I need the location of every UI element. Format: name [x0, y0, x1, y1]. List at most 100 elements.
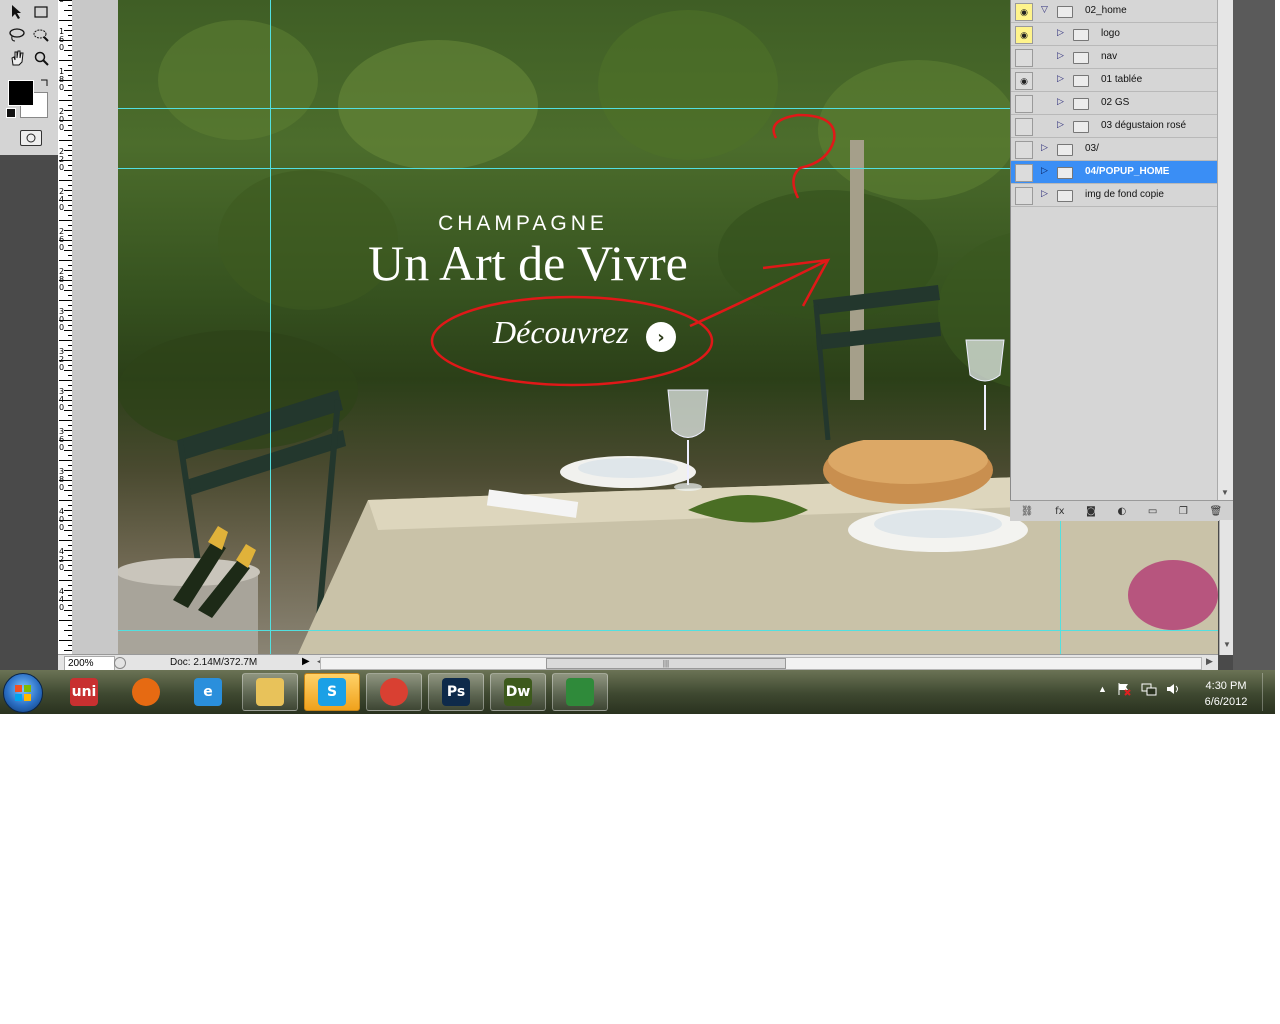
fx-icon[interactable]: fx — [1055, 506, 1064, 517]
guide-horizontal[interactable] — [118, 630, 1218, 631]
hand-tool-icon[interactable] — [6, 48, 28, 68]
adjustment-icon[interactable]: ◐ — [1117, 506, 1126, 517]
visibility-eye-icon[interactable]: ◉ — [1015, 72, 1033, 90]
taskbar-dreamweaver[interactable]: Dw — [490, 673, 546, 711]
scrollbar-thumb[interactable]: ||| — [546, 658, 786, 669]
layer-row[interactable]: ◉ ▽ 02_home — [1011, 0, 1217, 23]
swap-colors-icon[interactable] — [40, 78, 48, 86]
taskbar-internet-explorer[interactable]: e — [180, 673, 236, 711]
expand-triangle-right-icon[interactable]: ▷ — [1057, 97, 1064, 107]
layer-row[interactable]: ▷ nav — [1011, 46, 1217, 69]
taskbar-skype[interactable]: S — [304, 673, 360, 711]
ruler-tick — [59, 100, 72, 101]
show-desktop-button[interactable] — [1262, 673, 1275, 711]
visibility-toggle[interactable] — [1015, 95, 1033, 113]
ruler-label: 2 2 0 — [59, 147, 65, 172]
visibility-toggle[interactable] — [1015, 118, 1033, 136]
status-menu-arrow-icon[interactable]: ▶ — [302, 656, 310, 667]
quick-mask-icon[interactable] — [20, 130, 42, 146]
zoom-tool-icon[interactable] — [30, 48, 52, 68]
action-center-icon[interactable] — [1117, 682, 1131, 696]
ruler-tick — [64, 10, 72, 11]
quick-selection-tool-icon[interactable] — [30, 25, 52, 45]
ruler-tick — [64, 630, 72, 631]
workspace-edge — [1233, 0, 1275, 670]
ruler-label: 2 0 0 — [59, 107, 65, 132]
scroll-down-icon[interactable]: ▼ — [1221, 488, 1229, 497]
lasso-tool-icon[interactable] — [6, 25, 28, 45]
visibility-toggle[interactable] — [1015, 164, 1033, 182]
ruler-tick — [64, 310, 72, 311]
status-info-icon[interactable] — [114, 657, 126, 669]
document-info: Doc: 2.14M/372.7M — [170, 657, 258, 668]
expand-triangle-right-icon[interactable]: ▷ — [1057, 51, 1064, 61]
visibility-toggle[interactable] — [1015, 49, 1033, 67]
expand-triangle-right-icon[interactable]: ▷ — [1057, 120, 1064, 130]
ruler-tick — [64, 650, 72, 651]
layer-row[interactable]: ▷ 03 dégustaion rosé — [1011, 115, 1217, 138]
visibility-eye-icon[interactable]: ◉ — [1015, 26, 1033, 44]
foreground-color-swatch[interactable] — [8, 80, 34, 106]
trash-icon[interactable]: 🗑 — [1209, 506, 1222, 517]
windows-explorer-icon — [256, 678, 284, 706]
ruler-label: 2 8 0 — [59, 267, 65, 292]
ruler-tick — [59, 540, 72, 541]
status-bar: 200% Doc: 2.14M/372.7M ▶ ◀ ||| ▶ — [58, 654, 1218, 670]
ruler-tick — [59, 580, 72, 581]
clock[interactable]: 4:30 PM 6/6/2012 — [1196, 678, 1256, 710]
scroll-down-icon[interactable]: ▼ — [1223, 640, 1231, 649]
start-button[interactable] — [3, 673, 43, 713]
layer-row[interactable]: ◉ ▷ 01 tablée — [1011, 69, 1217, 92]
volume-icon[interactable] — [1165, 682, 1181, 696]
default-colors-icon[interactable] — [6, 108, 16, 118]
taskbar-chrome[interactable] — [366, 673, 422, 711]
skype-icon: S — [318, 678, 346, 706]
ruler-tick — [64, 450, 72, 451]
wine-glass-2 — [965, 339, 1005, 430]
canvas-horizontal-scrollbar[interactable]: ||| — [320, 657, 1202, 670]
visibility-toggle[interactable] — [1015, 141, 1033, 159]
canvas-vertical-scrollbar[interactable]: ▼ — [1219, 520, 1234, 655]
taskbar-firefox[interactable] — [118, 673, 174, 711]
ruler-tick — [64, 550, 72, 551]
expand-triangle-right-icon[interactable]: ▷ — [1041, 143, 1048, 153]
ruler-label: 1 6 0 — [59, 27, 65, 52]
visibility-toggle[interactable] — [1015, 187, 1033, 205]
layer-name: nav — [1101, 51, 1118, 62]
ruler-tick — [64, 190, 72, 191]
scroll-right-icon[interactable]: ▶ — [1206, 656, 1213, 667]
expand-triangle-right-icon[interactable]: ▷ — [1041, 189, 1048, 199]
group-icon[interactable]: ▭ — [1148, 506, 1157, 517]
guide-vertical[interactable] — [270, 0, 271, 654]
expand-triangle-down-icon[interactable]: ▽ — [1041, 5, 1048, 15]
ruler-tick — [59, 340, 72, 341]
mask-icon[interactable]: ◙ — [1086, 506, 1096, 517]
layers-scrollbar[interactable]: ▼ — [1217, 0, 1234, 500]
expand-triangle-right-icon[interactable]: ▷ — [1057, 28, 1064, 38]
layer-row[interactable]: ▷ 04/POPUP_HOME — [1011, 161, 1217, 184]
layer-row[interactable]: ▷ img de fond copie — [1011, 184, 1217, 207]
taskbar-unikey[interactable]: uni — [56, 673, 112, 711]
ruler-tick — [64, 350, 72, 351]
ruler-tick — [59, 380, 72, 381]
layer-name: 03/ — [1085, 143, 1099, 154]
ruler-label: 2 6 0 — [59, 227, 65, 252]
taskbar-photoshop[interactable]: Ps — [428, 673, 484, 711]
new-layer-icon[interactable]: ❐ — [1179, 506, 1188, 517]
move-tool-icon[interactable] — [6, 2, 28, 22]
windows-taskbar: ▲ 4:30 PM 6/6/2012 uni e S Ps Dw — [0, 670, 1275, 714]
network-icon[interactable] — [1141, 682, 1157, 696]
show-hidden-icons[interactable]: ▲ — [1098, 684, 1107, 694]
expand-triangle-right-icon[interactable]: ▷ — [1057, 74, 1064, 84]
zoom-level-field[interactable]: 200% — [64, 656, 115, 670]
taskbar-libreoffice-calc[interactable] — [552, 673, 608, 711]
ruler-tick — [59, 620, 72, 621]
layer-row[interactable]: ◉ ▷ logo — [1011, 23, 1217, 46]
visibility-eye-icon[interactable]: ◉ — [1015, 3, 1033, 21]
expand-triangle-right-icon[interactable]: ▷ — [1041, 166, 1048, 176]
marquee-tool-icon[interactable] — [30, 2, 52, 22]
link-icon[interactable]: ⛓ — [1021, 506, 1034, 517]
taskbar-windows-explorer[interactable] — [242, 673, 298, 711]
layer-row[interactable]: ▷ 03/ — [1011, 138, 1217, 161]
layer-row[interactable]: ▷ 02 GS — [1011, 92, 1217, 115]
